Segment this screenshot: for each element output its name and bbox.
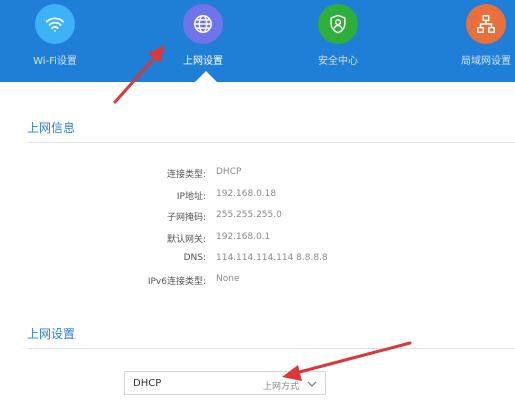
nav-label-internet-settings: 上网设置 [183,56,223,67]
shield-user-icon [318,4,358,44]
section-divider [27,142,515,143]
nav-label-lan-settings: 局域网设置 [461,56,511,67]
connection-mode-selected-value: DHCP [133,378,162,389]
default-gateway-value: 192.168.0.1 [216,232,271,242]
connection-mode-select[interactable]: DHCP 上网方式 [124,371,326,395]
top-navigation-bar: Wi-Fi设置 上网设置 安全中心 局域网设置 [0,0,515,82]
internet-info-title: 上网信息 [27,121,76,135]
info-row-ipv6-connection-type: IPv6连接类型: None [0,274,515,288]
active-tab-pointer [195,71,217,82]
info-row-subnet-mask: 子网掩码: 255.255.255.0 [0,210,515,224]
connection-type-label: 连接类型: [166,170,206,180]
section-divider [27,348,515,349]
ipv6-connection-type-value: None [216,274,240,284]
nav-item-wifi-settings[interactable]: Wi-Fi设置 [15,4,95,67]
nav-label-wifi-settings: Wi-Fi设置 [33,56,77,67]
info-row-connection-type: 连接类型: DHCP [0,167,515,181]
subnet-mask-label: 子网掩码: [166,213,206,223]
connection-mode-hint: 上网方式 [262,382,299,392]
globe-icon [183,4,223,44]
nav-item-security-center[interactable]: 安全中心 [298,4,378,67]
dns-label: DNS: [183,253,206,263]
subnet-mask-value: 255.255.255.0 [216,210,282,220]
dns-value: 114.114.114.114 8.8.8.8 [216,253,328,263]
ipv6-connection-type-label: IPv6连接类型: [147,277,206,287]
ip-address-label: IP地址: [176,192,206,202]
info-row-default-gateway: 默认网关: 192.168.0.1 [0,232,515,246]
nav-label-security-center: 安全中心 [318,56,358,67]
wifi-icon [35,4,75,44]
network-icon [466,4,506,44]
default-gateway-label: 默认网关: [166,235,206,245]
info-row-dns: DNS: 114.114.114.114 8.8.8.8 [0,253,515,267]
connection-type-value: DHCP [216,167,242,177]
ip-address-value: 192.168.0.18 [216,189,277,199]
nav-item-lan-settings[interactable]: 局域网设置 [446,4,515,67]
nav-item-internet-settings[interactable]: 上网设置 [163,4,243,67]
internet-settings-title: 上网设置 [27,327,76,341]
info-row-ip-address: IP地址: 192.168.0.18 [0,189,515,203]
chevron-down-icon [307,381,317,387]
